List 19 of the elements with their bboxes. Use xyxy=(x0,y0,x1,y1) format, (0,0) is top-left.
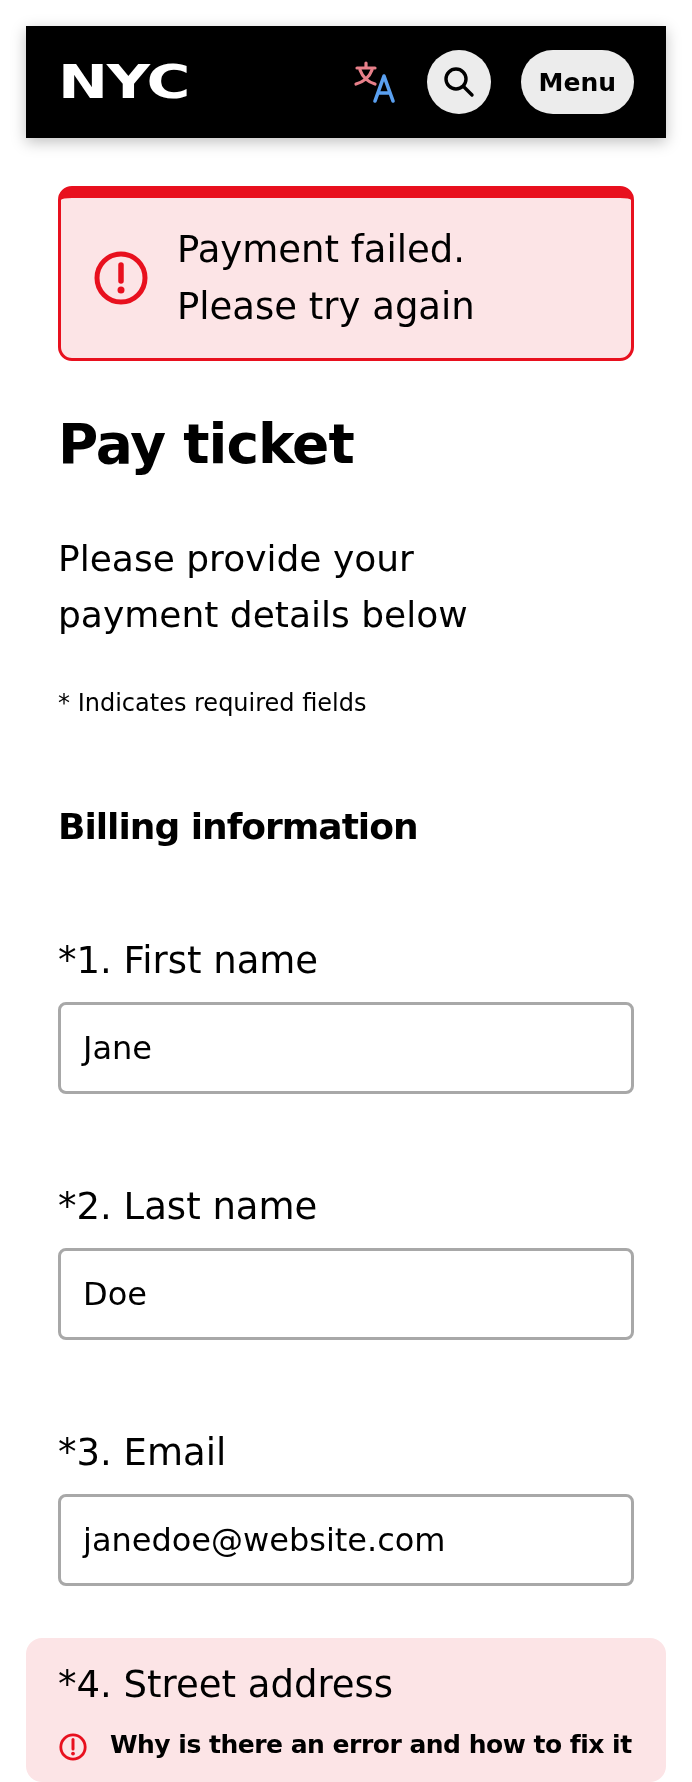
input-field[interactable]: Doe xyxy=(58,1248,634,1341)
field-label: *4. Street address xyxy=(58,1662,395,1709)
field-label: *3. Email xyxy=(58,1430,228,1477)
field-label: *2. Last name xyxy=(58,1184,319,1231)
alert-message: Payment failed. Please try again xyxy=(177,227,476,330)
required-note: * Indicates required fields xyxy=(58,688,368,719)
input-field[interactable]: Jane xyxy=(58,1002,634,1095)
field-label: *1. First name xyxy=(58,938,320,985)
section-heading: Billing information xyxy=(58,805,419,849)
error-icon xyxy=(58,1732,88,1763)
translate-icon[interactable] xyxy=(352,60,397,104)
error-message: Why is there an error and how to fix it xyxy=(110,1730,632,1761)
alert-icon xyxy=(93,250,149,306)
input-field[interactable]: janedoe@website.com xyxy=(58,1494,634,1587)
nyc-logo[interactable]: NYC xyxy=(58,59,190,105)
intro-text: Please provide your payment details below xyxy=(58,537,469,637)
search-icon xyxy=(441,65,476,99)
page-title: Pay ticket xyxy=(58,411,355,477)
menu-button[interactable]: Menu xyxy=(520,50,634,114)
